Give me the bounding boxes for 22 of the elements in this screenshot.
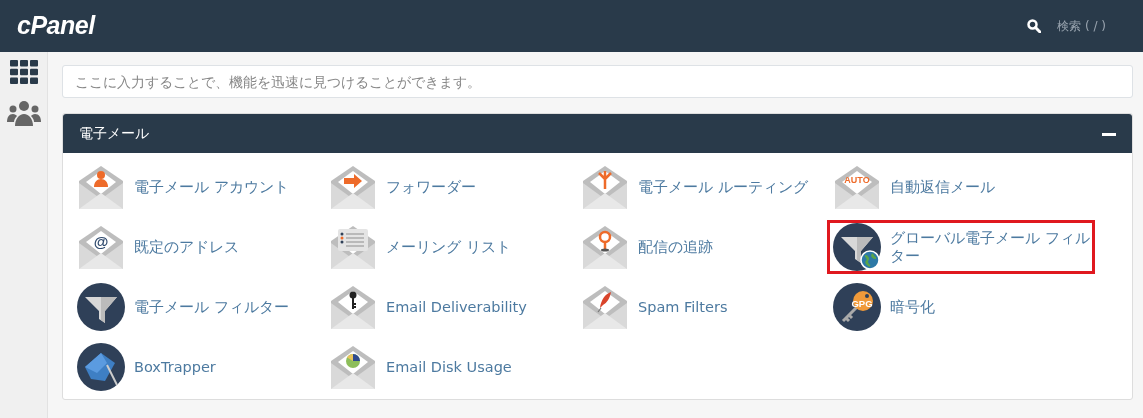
envelope-list-icon — [329, 223, 377, 271]
section-title: 電子メール — [79, 124, 149, 143]
envelope-pin-icon — [581, 223, 629, 271]
envelope-fork-icon — [581, 163, 629, 211]
feature-link[interactable]: グローバル電子メール フィルター — [827, 220, 1095, 274]
envelope-feather-icon — [581, 283, 629, 331]
search-icon[interactable] — [1027, 19, 1042, 33]
funnel-icon — [77, 283, 125, 331]
box-icon — [77, 343, 125, 391]
cpanel-logo[interactable]: cPanel — [17, 7, 95, 45]
grid-icon[interactable] — [9, 60, 38, 84]
search-field[interactable]: ここに入力することで、機能を迅速に見つけることができます。 — [62, 65, 1133, 98]
envelope-at-icon: @ — [77, 223, 125, 271]
envelope-key-icon — [329, 283, 377, 331]
envelope-person-icon — [77, 163, 125, 211]
users-icon[interactable] — [6, 100, 41, 126]
minus-icon — [1102, 132, 1116, 137]
envelope-pie-chart-icon — [329, 343, 377, 391]
envelope-auto-icon: AUTO — [833, 163, 881, 211]
search-shortcut-link[interactable]: 検索 ( / ) — [1057, 17, 1106, 35]
envelope-arrow-icon — [329, 163, 377, 211]
funnel-globe-icon — [833, 223, 881, 271]
